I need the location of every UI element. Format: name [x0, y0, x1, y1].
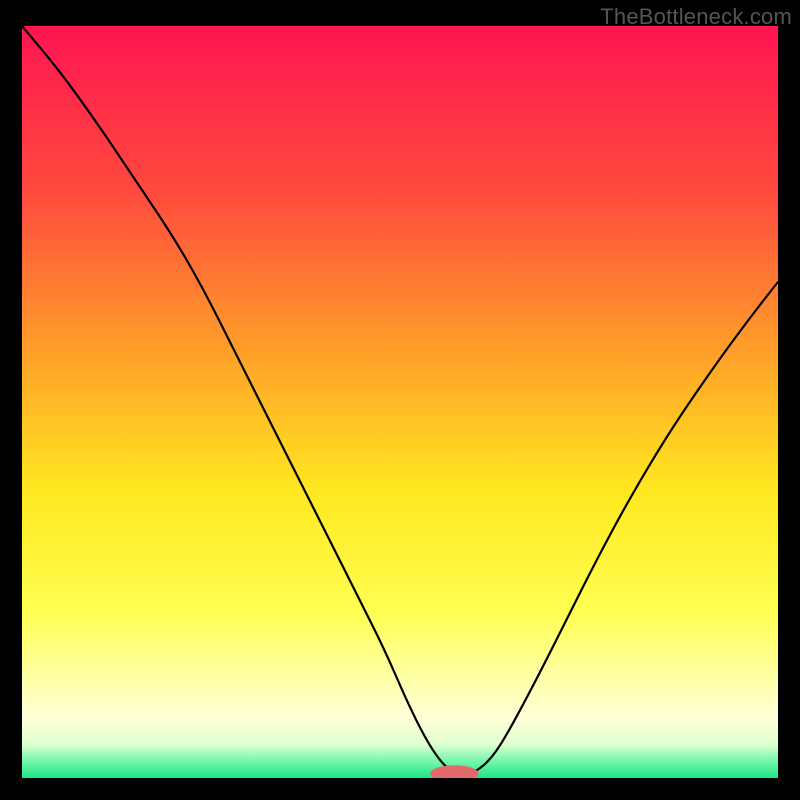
chart-frame: TheBottleneck.com: [0, 0, 800, 800]
plot-area: [22, 26, 778, 778]
bottleneck-chart: [22, 26, 778, 778]
gradient-background: [22, 26, 778, 778]
watermark-text: TheBottleneck.com: [600, 4, 792, 30]
